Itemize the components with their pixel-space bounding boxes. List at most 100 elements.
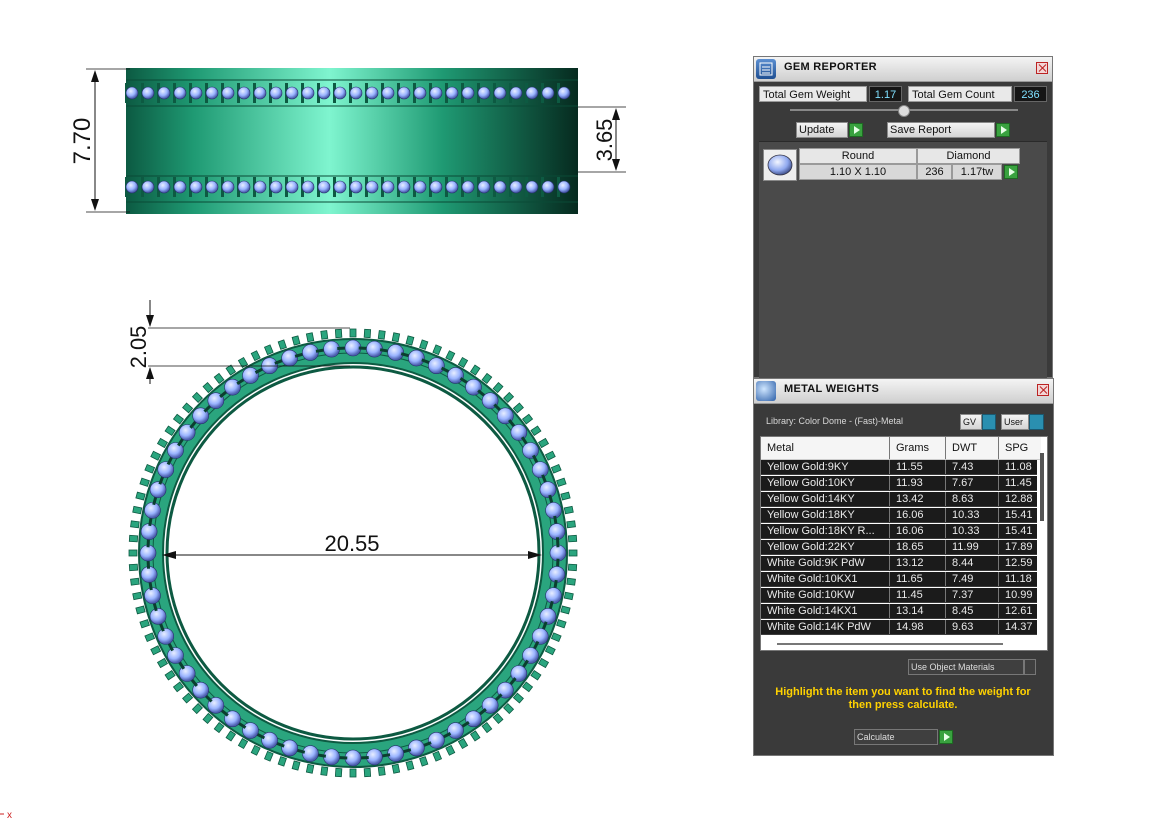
metal-weights-panel: METAL WEIGHTS Library: Color Dome - (Fas…: [753, 378, 1054, 756]
total-gem-weight-label: Total Gem Weight: [759, 86, 867, 102]
cell-dwt: 7.67: [952, 477, 974, 489]
cell-grams: 13.42: [896, 493, 924, 505]
cell-grams: 11.93: [896, 477, 923, 489]
total-gem-count-value: 236: [1014, 86, 1047, 102]
user-toggle-indicator[interactable]: [1029, 414, 1044, 430]
dimension-label: 20.55: [324, 531, 379, 556]
vertical-scrollbar[interactable]: [1040, 453, 1044, 521]
dimension-label: 3.65: [592, 119, 617, 162]
close-icon[interactable]: [1037, 384, 1049, 396]
cell-dwt: 10.33: [952, 509, 980, 521]
table-row[interactable]: Yellow Gold:9KY 11.55 7.43 11.08: [761, 460, 1037, 475]
cad-viewport[interactable]: 7.70 3.65 2.05 20.55 x: [0, 0, 740, 828]
gem-reporter-titlebar[interactable]: GEM REPORTER: [754, 57, 1052, 82]
cell-spg: 12.88: [1005, 493, 1033, 505]
horizontal-scrollbar[interactable]: [777, 643, 1003, 645]
cell-spg: 14.37: [1005, 621, 1033, 633]
metal-weights-icon: [756, 381, 776, 401]
cell-grams: 16.06: [896, 509, 924, 521]
table-header: Metal Grams DWT SPG: [761, 437, 1041, 460]
gem-report-icon: [756, 59, 776, 79]
gem-count: 236: [917, 164, 952, 180]
table-row[interactable]: White Gold:10KW 11.45 7.37 10.99: [761, 588, 1037, 603]
instruction-text: Highlight the item you want to find the …: [775, 686, 1031, 711]
table-row[interactable]: Yellow Gold:18KY R... 16.06 10.33 15.41: [761, 524, 1037, 539]
cell-metal: Yellow Gold:9KY: [767, 461, 849, 473]
cell-grams: 16.06: [896, 525, 924, 537]
table-row[interactable]: Yellow Gold:10KY 11.93 7.67 11.45: [761, 476, 1037, 491]
column-header-spg[interactable]: SPG: [1005, 442, 1028, 454]
dimension-label: 2.05: [126, 326, 151, 369]
cell-metal: Yellow Gold:10KY: [767, 477, 855, 489]
gem-shape[interactable]: Round: [799, 148, 917, 164]
metal-weights-titlebar[interactable]: METAL WEIGHTS: [754, 379, 1053, 404]
table-row[interactable]: Yellow Gold:18KY 16.06 10.33 15.41: [761, 508, 1037, 523]
cell-dwt: 11.99: [952, 541, 979, 553]
column-header-dwt[interactable]: DWT: [952, 442, 977, 454]
chevron-up-icon[interactable]: [898, 105, 910, 117]
user-toggle[interactable]: User: [1001, 414, 1029, 430]
gem-thumbnail[interactable]: [763, 149, 797, 181]
save-report-play-icon[interactable]: [996, 123, 1010, 137]
cell-grams: 11.65: [896, 573, 923, 585]
cell-grams: 13.14: [896, 605, 924, 617]
cell-metal: Yellow Gold:18KY R...: [767, 525, 875, 537]
cell-metal: White Gold:14K PdW: [767, 621, 871, 633]
cell-metal: White Gold:9K PdW: [767, 557, 865, 569]
cell-grams: 11.45: [896, 589, 923, 601]
cell-dwt: 10.33: [952, 525, 980, 537]
cell-spg: 15.41: [1005, 509, 1033, 521]
cell-spg: 15.41: [1005, 525, 1033, 537]
table-row[interactable]: Yellow Gold:22KY 18.65 11.99 17.89: [761, 540, 1037, 555]
axis-marker: x: [7, 810, 12, 821]
cell-spg: 11.18: [1005, 573, 1032, 585]
cell-grams: 14.98: [896, 621, 924, 633]
cell-dwt: 7.37: [952, 589, 974, 601]
cell-metal: White Gold:14KX1: [767, 605, 858, 617]
ring-side-view: [125, 68, 578, 214]
table-row[interactable]: Yellow Gold:14KY 13.42 8.63 12.88: [761, 492, 1037, 507]
gv-toggle[interactable]: GV: [960, 414, 982, 430]
column-header-metal[interactable]: Metal: [767, 442, 794, 454]
cell-metal: Yellow Gold:14KY: [767, 493, 855, 505]
cell-dwt: 8.45: [952, 605, 974, 617]
gem-details-play-icon[interactable]: [1004, 165, 1018, 179]
table-row[interactable]: White Gold:14K PdW 14.98 9.63 14.37: [761, 620, 1037, 635]
metal-weights-table: Metal Grams DWT SPG Yellow Gold:9KY 11.55…: [760, 436, 1048, 651]
dimension-label: 7.70: [69, 118, 96, 165]
cell-spg: 17.89: [1005, 541, 1033, 553]
panel-title: METAL WEIGHTS: [784, 383, 880, 395]
cell-metal: Yellow Gold:18KY: [767, 509, 855, 521]
cell-grams: 13.12: [896, 557, 924, 569]
cell-dwt: 8.63: [952, 493, 974, 505]
cell-metal: White Gold:10KW: [767, 589, 855, 601]
update-play-icon[interactable]: [849, 123, 863, 137]
update-button[interactable]: Update: [796, 122, 848, 138]
gem-type[interactable]: Diamond: [917, 148, 1020, 164]
cell-grams: 11.55: [896, 461, 923, 473]
table-row[interactable]: White Gold:10KX1 11.65 7.49 11.18: [761, 572, 1037, 587]
table-row[interactable]: White Gold:14KX1 13.14 8.45 12.61: [761, 604, 1037, 619]
close-icon[interactable]: [1036, 62, 1048, 74]
panel-title: GEM REPORTER: [784, 61, 877, 73]
gem-reporter-panel: GEM REPORTER Total Gem Weight 1.17 Total…: [753, 56, 1053, 378]
save-report-button[interactable]: Save Report: [887, 122, 995, 138]
cell-spg: 11.08: [1005, 461, 1032, 473]
calculate-play-icon[interactable]: [939, 730, 953, 744]
cell-spg: 11.45: [1005, 477, 1032, 489]
use-object-materials-checkbox[interactable]: Use Object Materials: [908, 659, 1024, 675]
table-row[interactable]: White Gold:9K PdW 13.12 8.44 12.59: [761, 556, 1037, 571]
gem-size: 1.10 X 1.10: [799, 164, 917, 180]
radio-icon[interactable]: [1024, 659, 1036, 675]
cell-dwt: 8.44: [952, 557, 974, 569]
cell-spg: 12.59: [1005, 557, 1033, 569]
calculate-button[interactable]: Calculate: [854, 729, 938, 745]
cell-dwt: 9.63: [952, 621, 974, 633]
total-gem-weight-value: 1.17: [869, 86, 902, 102]
cell-dwt: 7.49: [952, 573, 974, 585]
column-header-grams[interactable]: Grams: [896, 442, 929, 454]
gv-toggle-indicator[interactable]: [982, 414, 996, 430]
dimension-channel-height: 3.65: [578, 106, 626, 173]
library-label: Library: Color Dome - (Fast)-Metal: [766, 416, 904, 426]
gem-weight: 1.17tw: [952, 164, 1002, 180]
